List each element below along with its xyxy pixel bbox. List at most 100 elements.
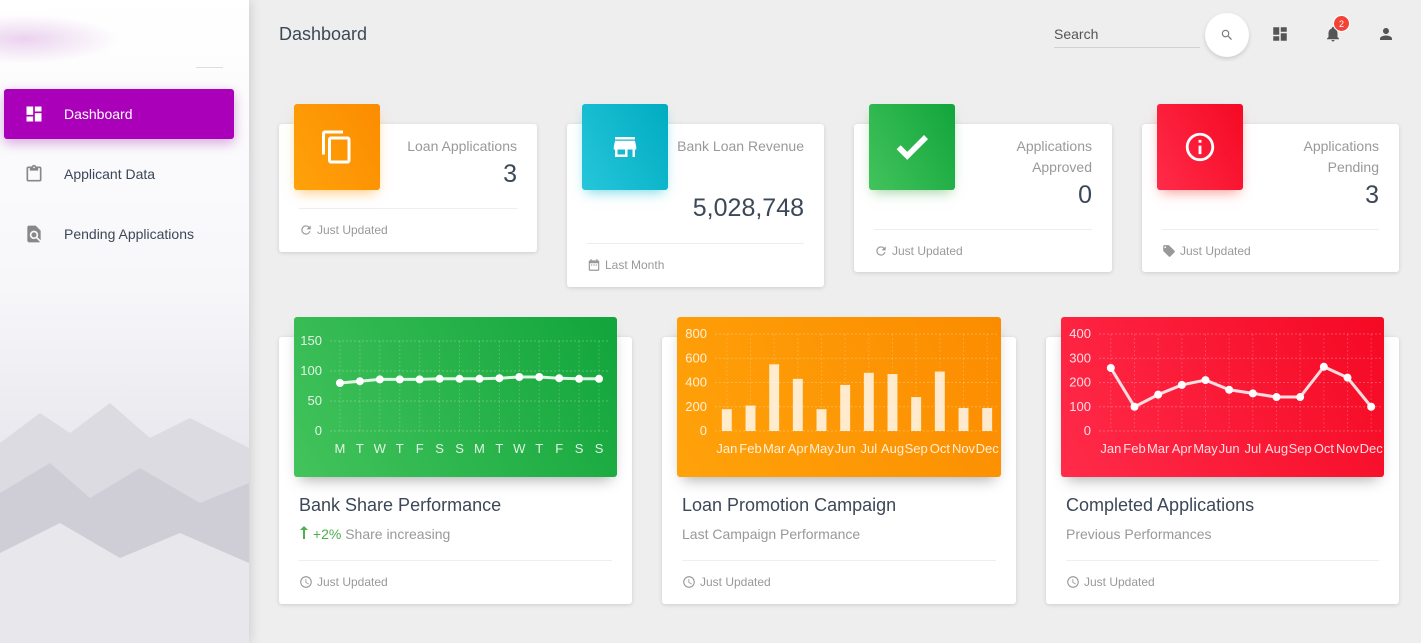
data-point	[455, 374, 464, 383]
search-input[interactable]	[1054, 26, 1200, 42]
data-point	[1272, 393, 1281, 402]
notification-badge: 2	[1333, 15, 1350, 32]
stat-footer: Just Updated	[1162, 229, 1379, 258]
data-point	[335, 379, 344, 387]
stat-card-bank-loan-revenue: Bank Loan Revenue 5,028,748 Last Month	[567, 104, 824, 287]
line-chart-bank-share: 050100150M T W T F S S M T W T F S S	[300, 333, 609, 456]
stat-card-loan-applications: Loan Applications 3 Just Updated	[279, 104, 537, 252]
stat-card-icon-box	[869, 104, 955, 190]
calendar-icon	[587, 258, 601, 272]
x-tick-label: Mar	[763, 441, 786, 456]
stat-value: 3	[503, 160, 517, 188]
bar	[745, 405, 756, 431]
chart-change: +2%	[312, 526, 342, 542]
y-tick-label: 400	[685, 375, 707, 390]
chart-footer: Just Updated	[682, 560, 996, 589]
sidebar-item-pending-applications[interactable]: Pending Applications	[4, 209, 234, 259]
stat-title: Applications Pending	[1304, 136, 1380, 178]
tag-icon	[1162, 244, 1176, 258]
logo-image	[0, 14, 120, 64]
chart-card-completed-applications: 0 100 200 300 400 Jan Feb Mar Apr May Jun Jul Aug Sep…	[1046, 317, 1399, 604]
logo-divider	[196, 67, 223, 68]
stat-card-applications-pending: Applications Pending 3 Just Updated	[1142, 104, 1399, 272]
page-title[interactable]: Dashboard	[279, 24, 367, 45]
check-icon	[893, 128, 931, 166]
sidebar-item-applicant-data[interactable]: Applicant Data	[4, 149, 234, 199]
logo-area	[0, 0, 249, 70]
chart-subtitle: +2% Share increasing	[299, 526, 450, 542]
sidebar: Dashboard Applicant Data Pending Applica…	[0, 0, 249, 643]
sidebar-item-label: Dashboard	[64, 106, 133, 122]
x-tick-label: Jan	[716, 441, 737, 456]
x-tick-label: Sep	[905, 441, 928, 456]
user-profile-button[interactable]	[1376, 24, 1396, 44]
y-tick-label: 600	[685, 350, 707, 365]
data-point	[1343, 373, 1352, 382]
y-tick-label: 50	[308, 393, 322, 408]
stat-footer: Just Updated	[874, 229, 1092, 258]
stat-value: 0	[1078, 181, 1092, 209]
x-tick-label: M	[474, 441, 485, 456]
stat-title: Applications Approved	[1017, 136, 1093, 178]
clock-icon	[682, 575, 696, 589]
y-tick-label: 200	[1069, 375, 1091, 390]
sidebar-item-label: Pending Applications	[64, 226, 194, 242]
stat-card-icon-box	[294, 104, 380, 190]
bar	[840, 384, 851, 431]
x-tick-label: T	[535, 441, 543, 456]
arrow-up-icon	[299, 526, 313, 542]
chart-card-bank-share: 0 50 100 150 M T W T F S S M T W T F S S Bank Share Perfo…	[279, 317, 632, 604]
chart-subtitle-text: Share increasing	[345, 526, 451, 542]
y-tick-label: 0	[315, 423, 322, 438]
data-point	[575, 374, 584, 383]
data-point	[1296, 393, 1305, 402]
chart-panel: 0 50 100 150 M T W T F S S M T W T F S S	[294, 317, 617, 477]
dashboard-icon	[24, 104, 44, 124]
chart-subtitle: Last Campaign Performance	[682, 526, 861, 542]
chart-panel: 0 200 400 600 800 Jan Feb Mar Apr May Jun Jul Aug Sep…	[677, 317, 1001, 477]
x-tick-label: Apr	[1172, 441, 1193, 456]
info-icon	[1183, 130, 1217, 164]
x-tick-label: T	[495, 441, 503, 456]
search-button[interactable]	[1205, 13, 1249, 57]
data-point	[1130, 402, 1139, 411]
data-point	[535, 373, 544, 381]
clipboard-icon	[24, 164, 44, 184]
x-tick-label: Dec	[1360, 441, 1384, 456]
store-icon	[610, 132, 640, 162]
chart-footer-text: Just Updated	[700, 575, 771, 589]
bar	[958, 407, 969, 431]
stat-footer-text: Last Month	[605, 258, 665, 272]
stat-card-icon-box	[1157, 104, 1243, 190]
sidebar-item-dashboard[interactable]: Dashboard	[4, 89, 234, 139]
bar	[934, 371, 945, 431]
data-point	[415, 375, 424, 384]
search-field[interactable]	[1054, 26, 1200, 48]
chart-title: Completed Applications	[1066, 495, 1255, 515]
dashboard-view-button[interactable]	[1270, 24, 1290, 44]
data-point	[495, 374, 504, 383]
x-tick-label: Sep	[1289, 441, 1312, 456]
x-tick-label: Feb	[739, 441, 761, 456]
x-tick-label: Jul	[1245, 441, 1262, 456]
bar	[887, 374, 898, 431]
x-tick-label: Jun	[1219, 441, 1240, 456]
data-point	[1367, 402, 1376, 411]
stat-value: 5,028,748	[692, 194, 804, 222]
y-tick-label: 200	[685, 399, 707, 414]
x-tick-label: Jan	[1100, 441, 1121, 456]
chart-title: Bank Share Performance	[299, 495, 502, 515]
bar-chart-loan-promotion: 0 200 400 600 800 Jan Feb Mar Apr May Jun Jul Aug Sep…	[685, 326, 999, 456]
y-tick-label: 100	[1069, 399, 1091, 414]
chart-footer-text: Just Updated	[1084, 575, 1155, 589]
x-tick-label: Oct	[930, 441, 951, 456]
x-tick-label: M	[335, 441, 346, 456]
x-tick-label: Apr	[788, 441, 809, 456]
clock-icon	[1066, 575, 1080, 589]
sidebar-background-image	[0, 403, 249, 643]
bar	[911, 397, 922, 431]
x-tick-label: Jun	[835, 441, 856, 456]
stat-footer-text: Just Updated	[1180, 244, 1251, 258]
data-point	[475, 374, 484, 383]
x-tick-label: F	[416, 441, 424, 456]
